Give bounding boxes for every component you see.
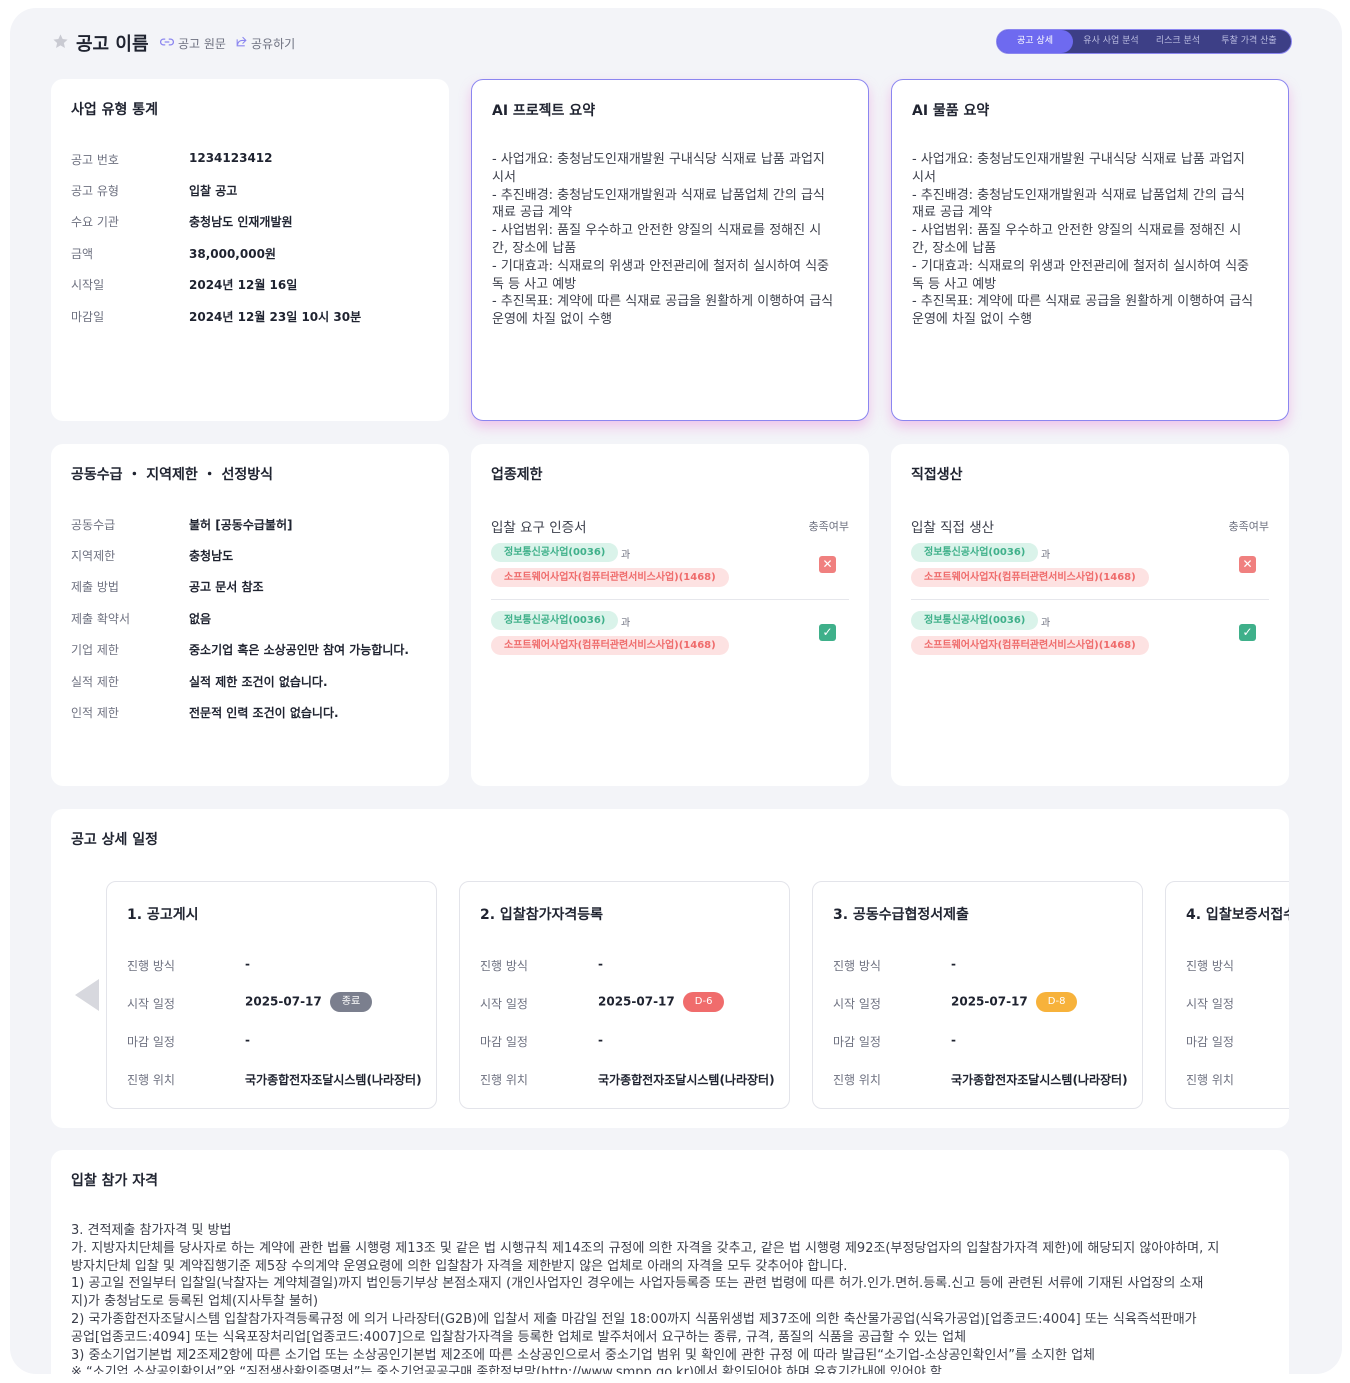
prev-arrow-icon[interactable] <box>75 979 99 1011</box>
share-icon <box>236 36 247 47</box>
tab-risk[interactable]: 리스크 분석 <box>1149 30 1207 53</box>
status-badge: 종료 <box>329 992 373 1012</box>
card-title: AI 프로젝트 요약 <box>492 103 596 119</box>
close-icon: ✕ <box>1239 556 1256 573</box>
license-tag: 정보통신공사업(0036) <box>491 611 619 630</box>
conjunction: 과 <box>621 550 631 561</box>
star-icon[interactable] <box>52 33 69 50</box>
license-tag: 정보통신공사업(0036) <box>911 543 1039 562</box>
license-tag: 소프트웨어사업자(컴퓨터관련서비스사업)(1468) <box>491 568 729 587</box>
card-title: 공고 상세 일정 <box>71 832 159 848</box>
card-title: AI 물품 요약 <box>912 103 990 119</box>
close-icon: ✕ <box>819 556 836 573</box>
conjunction: 과 <box>1041 550 1051 561</box>
tab-price[interactable]: 투찰 가격 산출 <box>1209 30 1289 53</box>
schedule-item[interactable]: 1. 공고게시 진행 방식 - 시작 일정 2025-07-17 종료 마감 일정… <box>106 881 437 1109</box>
divider <box>911 599 1269 600</box>
schedule-item[interactable]: 4. 입찰보증서접수 진행 방식 시작 일정 마감 일정 진행 위치 <box>1165 881 1289 1109</box>
card-title: 입찰 참가 자격 <box>71 1173 159 1189</box>
check-icon: ✓ <box>1239 624 1256 641</box>
ai-project-summary-text: - 사업개요: 충청남도인재개발원 구내식당 식재료 납품 과업지 시서 - 추… <box>492 152 834 328</box>
page-title: 공고 이름 <box>76 34 149 55</box>
industry-restriction-card: 업종제한 입찰 요구 인증서 충족여부 정보통신공사업(0036) 과 소프트웨… <box>471 444 869 786</box>
required-cert-label: 입찰 요구 인증서 <box>491 520 587 536</box>
direct-production-label: 입찰 직접 생산 <box>911 520 995 536</box>
divider <box>491 599 849 600</box>
schedule-item[interactable]: 2. 입찰참가자격등록 진행 방식 - 시작 일정 2025-07-17 D-6 … <box>459 881 790 1109</box>
card-title: 사업 유형 통계 <box>71 102 159 118</box>
card-title: 직접생산 <box>911 467 963 483</box>
license-tag: 소프트웨어사업자(컴퓨터관련서비스사업)(1468) <box>491 636 729 655</box>
ai-project-summary-card: AI 프로젝트 요약 - 사업개요: 충청남도인재개발원 구내식당 식재료 납품… <box>471 79 869 421</box>
check-icon: ✓ <box>819 624 836 641</box>
ai-goods-summary-card: AI 물품 요약 - 사업개요: 충청남도인재개발원 구내식당 식재료 납품 과… <box>891 79 1289 421</box>
share-link[interactable]: 공유하기 <box>251 35 295 52</box>
qualification-card: 입찰 참가 자격 3. 견적제출 참가자격 및 방법 가. 지방자치단체를 당사… <box>51 1150 1289 1374</box>
conjunction: 과 <box>1041 618 1051 629</box>
schedule-card: 공고 상세 일정 1. 공고게시 진행 방식 - 시작 일정 2025-07-1… <box>51 809 1289 1128</box>
license-tag: 소프트웨어사업자(컴퓨터관련서비스사업)(1468) <box>911 568 1149 587</box>
status-badge: D-8 <box>1035 992 1078 1012</box>
fulfilled-col-label: 충족여부 <box>1228 520 1269 533</box>
link-icon <box>160 38 174 46</box>
schedule-item[interactable]: 3. 공동수급협정서제출 진행 방식 - 시작 일정 2025-07-17 D-8… <box>812 881 1143 1109</box>
joint-supply-card: 공동수급 ・ 지역제한 ・ 선정방식 공동수급 불허 [공동수급불허] 지역제한 충… <box>51 444 449 786</box>
page-frame: 공고 이름 공고 원문 공유하기 공고 상세 유사 사업 분석 리스크 분석 투… <box>10 8 1342 1374</box>
ai-goods-summary-text: - 사업개요: 충청남도인재개발원 구내식당 식재료 납품 과업지 시서 - 추… <box>912 152 1254 328</box>
original-link[interactable]: 공고 원문 <box>178 35 226 52</box>
detail-nav: 공고 상세 유사 사업 분석 리스크 분석 투찰 가격 산출 <box>996 29 1292 54</box>
license-tag: 정보통신공사업(0036) <box>491 543 619 562</box>
tab-detail[interactable]: 공고 상세 <box>997 30 1073 53</box>
card-title: 업종제한 <box>491 467 543 483</box>
license-tag: 정보통신공사업(0036) <box>911 611 1039 630</box>
qualification-text: 3. 견적제출 참가자격 및 방법 가. 지방자치단체를 당사자로 하는 계약에… <box>71 1223 1220 1374</box>
card-title: 공동수급 ・ 지역제한 ・ 선정방식 <box>71 467 274 483</box>
direct-production-card: 직접생산 입찰 직접 생산 충족여부 정보통신공사업(0036) 과 소프트웨어… <box>891 444 1289 786</box>
tab-similar[interactable]: 유사 사업 분석 <box>1075 30 1147 53</box>
conjunction: 과 <box>621 618 631 629</box>
status-badge: D-6 <box>682 992 725 1012</box>
license-tag: 소프트웨어사업자(컴퓨터관련서비스사업)(1468) <box>911 636 1149 655</box>
business-stats-card: 사업 유형 통계 공고 번호 1234123412 공고 유형 입찰 공고 수요 기… <box>51 79 449 421</box>
fulfilled-col-label: 충족여부 <box>808 520 849 533</box>
